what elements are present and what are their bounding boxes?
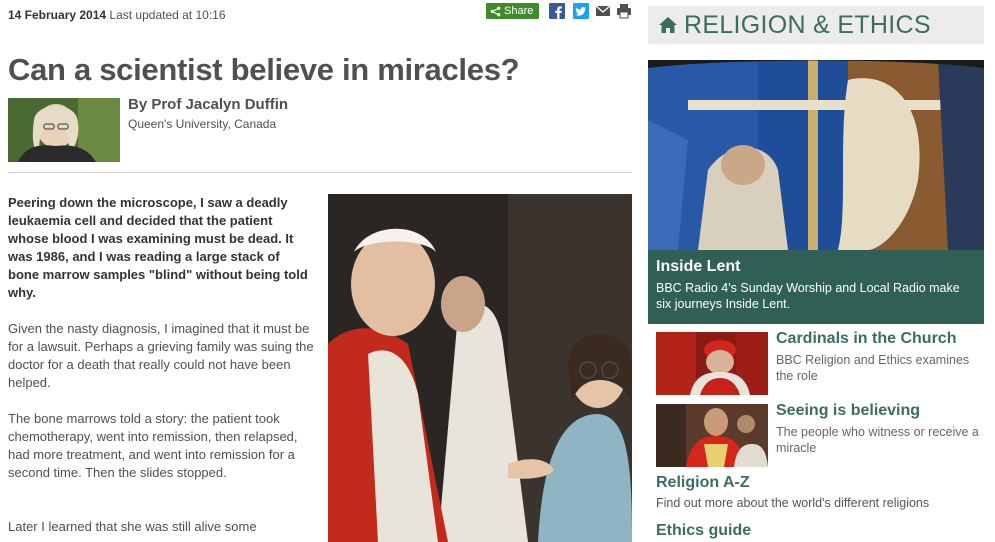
share-icon (490, 6, 501, 16)
body-paragraph: Later I learned that she was still alive… (8, 519, 257, 534)
divider (8, 172, 632, 173)
intro-paragraph: Peering down the microscope, I saw a dea… (8, 195, 308, 300)
promo-title[interactable]: Seeing is believing (776, 402, 920, 420)
promo-description: The people who witness or receive a mira… (776, 425, 979, 455)
feature-image[interactable] (648, 60, 984, 250)
share-label: Share (504, 5, 534, 17)
email-icon[interactable] (595, 3, 611, 19)
feature-title[interactable]: Inside Lent (656, 258, 740, 276)
author-name[interactable]: By Prof Jacalyn Duffin (128, 96, 288, 113)
promo-thumbnail[interactable] (656, 404, 768, 467)
promo-title[interactable]: Cardinals in the Church (776, 330, 956, 348)
promo-description: BBC Religion and Ethics examines the rol… (776, 353, 970, 383)
article-date: 14 February 2014 (8, 8, 107, 22)
section-title: RELIGION & ETHICS (684, 10, 931, 39)
link-title[interactable]: Ethics guide (656, 522, 751, 540)
facebook-icon[interactable] (549, 3, 565, 19)
body-paragraph: The bone marrows told a story: the patie… (8, 411, 298, 480)
twitter-icon[interactable] (573, 3, 589, 19)
last-updated: Last updated at 10:16 (109, 8, 226, 22)
dateline: 14 February 2014 Last updated at 10:16 (8, 8, 226, 22)
feature-caption[interactable]: Inside Lent BBC Radio 4's Sunday Worship… (648, 250, 984, 324)
link-description: Find out more about the world's differen… (656, 496, 930, 510)
home-icon (659, 17, 677, 33)
article-photo (328, 194, 632, 542)
section-header[interactable]: RELIGION & ETHICS (648, 6, 984, 44)
link-title[interactable]: Religion A-Z (656, 474, 750, 492)
sidebar: RELIGION & ETHICS Inside Lent BBC Radio … (648, 0, 988, 542)
author-affiliation: Queen's University, Canada (128, 117, 277, 131)
article-headline: Can a scientist believe in miracles? (8, 52, 520, 87)
share-button[interactable]: Share (486, 3, 540, 19)
promo-thumbnail[interactable] (656, 332, 768, 395)
author-avatar (8, 98, 120, 162)
print-icon[interactable] (616, 3, 632, 19)
body-paragraph: Given the nasty diagnosis, I imagined th… (8, 321, 314, 390)
article-column: 14 February 2014 Last updated at 10:16 S… (0, 0, 640, 542)
feature-description: BBC Radio 4's Sunday Worship and Local R… (656, 281, 960, 311)
